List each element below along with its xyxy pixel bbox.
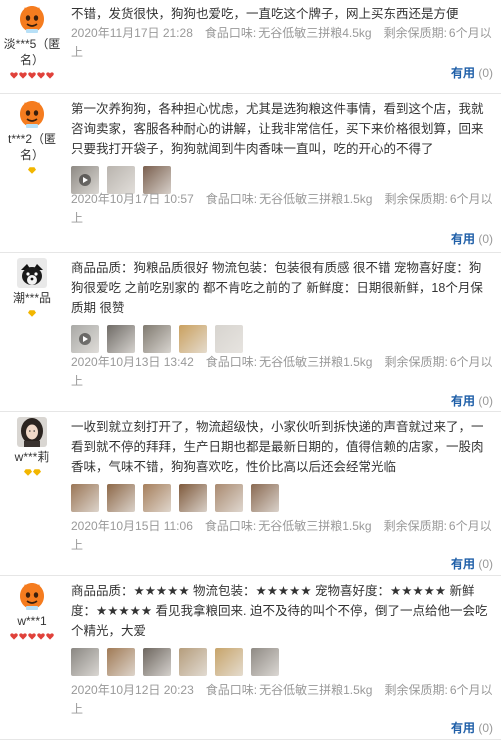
review-text: 第一次养狗狗，各种担心忧虑，尤其是选狗粮这件事情，看到这个店，我就咨询卖家，客服… bbox=[71, 102, 484, 156]
review-photos bbox=[71, 325, 493, 353]
reviewer-info: 淡***5（匿名） bbox=[0, 0, 64, 80]
reviewer-info: t***2（匿名） bbox=[0, 95, 64, 175]
review-body: 一收到就立刻打开了，物流超级快，小家伙听到拆快递的声音就过来了，一看到就不停的拜… bbox=[71, 413, 493, 552]
shelf-life-label: 剩余保质期: bbox=[384, 683, 448, 697]
useful-count: (0) bbox=[478, 66, 493, 80]
review-item: w***1 商品品质：★★★★★ 物流包装：★★★★★ 宠物喜好度：★★★★★ 新… bbox=[0, 577, 501, 740]
reviewer-info: 潮***品 bbox=[0, 254, 64, 318]
taste-label: 食品口味: bbox=[204, 26, 257, 40]
useful-button[interactable]: 有用 (0) bbox=[451, 555, 493, 572]
review-date: 2020年11月17日 21:28 bbox=[71, 26, 193, 40]
review-photo[interactable] bbox=[143, 325, 171, 353]
shelf-life-label: 剩余保质期: bbox=[383, 519, 447, 533]
taste-value: 无谷低敏三拼粮1.5kg bbox=[259, 355, 373, 369]
review-photo[interactable] bbox=[71, 325, 99, 353]
taste-value: 无谷低敏三拼粮4.5kg bbox=[258, 26, 372, 40]
review-photo[interactable] bbox=[143, 484, 171, 512]
review-meta: 2020年10月15日 11:06 食品口味: 无谷低敏三拼粮1.5kg 剩余保质期:… bbox=[71, 517, 493, 555]
taste-value: 无谷低敏三拼粮1.5kg bbox=[259, 683, 373, 697]
review-body: 不错，发货很快，狗狗也爱吃，一直吃这个牌子，网上买东西还是方便 2020年11月1… bbox=[71, 0, 493, 59]
diamond-level-icon bbox=[0, 467, 64, 477]
reviewer-name: 淡***5（匿名） bbox=[3, 37, 61, 67]
shelf-life-label: 剩余保质期: bbox=[384, 355, 448, 369]
review-body: 商品品质：★★★★★ 物流包装：★★★★★ 宠物喜好度：★★★★★ 新鲜度：★★… bbox=[71, 577, 493, 716]
review-meta: 2020年10月13日 13:42 食品口味: 无谷低敏三拼粮1.5kg 剩余保质期:… bbox=[71, 353, 493, 391]
review-date: 2020年10月13日 13:42 bbox=[71, 355, 194, 369]
useful-button[interactable]: 有用 (0) bbox=[451, 230, 493, 247]
useful-count: (0) bbox=[478, 232, 493, 246]
review-photo[interactable] bbox=[251, 484, 279, 512]
review-photo[interactable] bbox=[179, 325, 207, 353]
reviewer-info: w***莉 bbox=[0, 413, 64, 477]
heart-level-icon bbox=[0, 631, 64, 641]
useful-label[interactable]: 有用 bbox=[451, 394, 475, 408]
review-photo[interactable] bbox=[179, 484, 207, 512]
review-body: 商品品质：狗粮品质很好 物流包装：包装很有质感 很不错 宠物喜好度：狗狗很爱吃 … bbox=[71, 254, 493, 388]
useful-button[interactable]: 有用 (0) bbox=[451, 392, 493, 409]
review-text: 商品品质：狗粮品质很好 物流包装：包装很有质感 很不错 宠物喜好度：狗狗很爱吃 … bbox=[71, 261, 483, 315]
review-photo[interactable] bbox=[215, 484, 243, 512]
useful-label[interactable]: 有用 bbox=[451, 721, 475, 735]
useful-label[interactable]: 有用 bbox=[451, 557, 475, 571]
review-date: 2020年10月15日 11:06 bbox=[71, 519, 193, 533]
review-photo[interactable] bbox=[251, 648, 279, 676]
review-text: 不错，发货很快，狗狗也爱吃，一直吃这个牌子，网上买东西还是方便 bbox=[71, 7, 459, 21]
useful-count: (0) bbox=[478, 394, 493, 408]
review-date: 2020年10月17日 10:57 bbox=[71, 192, 194, 206]
taste-label: 食品口味: bbox=[205, 192, 258, 206]
reviewer-name: w***1 bbox=[17, 614, 47, 628]
heart-level-icon bbox=[0, 70, 64, 80]
review-photos bbox=[71, 648, 493, 676]
reviewer-info: w***1 bbox=[0, 577, 64, 641]
useful-button[interactable]: 有用 (0) bbox=[451, 64, 493, 81]
review-photo[interactable] bbox=[107, 484, 135, 512]
review-photo[interactable] bbox=[107, 325, 135, 353]
review-meta: 2020年10月17日 10:57 食品口味: 无谷低敏三拼粮1.5kg 剩余保质期:… bbox=[71, 190, 493, 228]
review-photo[interactable] bbox=[71, 484, 99, 512]
reviewer-name: w***莉 bbox=[14, 450, 50, 464]
avatar bbox=[17, 417, 47, 447]
review-photo[interactable] bbox=[179, 648, 207, 676]
avatar bbox=[17, 99, 47, 129]
review-photos bbox=[71, 484, 493, 512]
reviewer-name: t***2（匿名） bbox=[7, 132, 57, 162]
review-body: 第一次养狗狗，各种担心忧虑，尤其是选狗粮这件事情，看到这个店，我就咨询卖家，客服… bbox=[71, 95, 493, 225]
useful-count: (0) bbox=[478, 557, 493, 571]
diamond-level-icon bbox=[0, 308, 64, 318]
review-item: 潮***品 商品品质：狗粮品质很好 物流包装：包装很有质感 很不错 宠物喜好度：狗… bbox=[0, 254, 501, 412]
review-meta: 2020年11月17日 21:28 食品口味: 无谷低敏三拼粮4.5kg 剩余保质期:… bbox=[71, 24, 493, 62]
review-date: 2020年10月12日 20:23 bbox=[71, 683, 194, 697]
useful-label[interactable]: 有用 bbox=[451, 232, 475, 246]
review-photo[interactable] bbox=[71, 648, 99, 676]
review-photo[interactable] bbox=[107, 648, 135, 676]
review-text: 商品品质：★★★★★ 物流包装：★★★★★ 宠物喜好度：★★★★★ 新鲜度：★★… bbox=[71, 584, 488, 638]
review-item: w***莉 一收到就立刻打开了，物流超级快，小家伙听到拆快递的声音就过来了，一看到… bbox=[0, 413, 501, 576]
review-text: 一收到就立刻打开了，物流超级快，小家伙听到拆快递的声音就过来了，一看到就不停的拜… bbox=[71, 420, 484, 474]
avatar bbox=[17, 258, 47, 288]
review-meta: 2020年10月12日 20:23 食品口味: 无谷低敏三拼粮1.5kg 剩余保质期:… bbox=[71, 681, 493, 719]
useful-button[interactable]: 有用 (0) bbox=[451, 719, 493, 736]
review-photo[interactable] bbox=[215, 648, 243, 676]
review-photo[interactable] bbox=[215, 325, 243, 353]
diamond-level-icon bbox=[0, 165, 64, 175]
taste-label: 食品口味: bbox=[204, 519, 257, 533]
review-item: t***2（匿名） 第一次养狗狗，各种担心忧虑，尤其是选狗粮这件事情，看到这个店，… bbox=[0, 95, 501, 253]
avatar bbox=[17, 4, 47, 34]
useful-count: (0) bbox=[478, 721, 493, 735]
taste-value: 无谷低敏三拼粮1.5kg bbox=[259, 192, 373, 206]
taste-value: 无谷低敏三拼粮1.5kg bbox=[258, 519, 372, 533]
review-photo[interactable] bbox=[143, 648, 171, 676]
useful-label[interactable]: 有用 bbox=[451, 66, 475, 80]
taste-label: 食品口味: bbox=[205, 355, 258, 369]
taste-label: 食品口味: bbox=[205, 683, 258, 697]
shelf-life-label: 剩余保质期: bbox=[383, 26, 447, 40]
reviewer-name: 潮***品 bbox=[12, 291, 51, 305]
review-item: 淡***5（匿名） 不错，发货很快，狗狗也爱吃，一直吃这个牌子，网上买东西还是方便… bbox=[0, 0, 501, 94]
avatar bbox=[17, 581, 47, 611]
shelf-life-label: 剩余保质期: bbox=[384, 192, 448, 206]
